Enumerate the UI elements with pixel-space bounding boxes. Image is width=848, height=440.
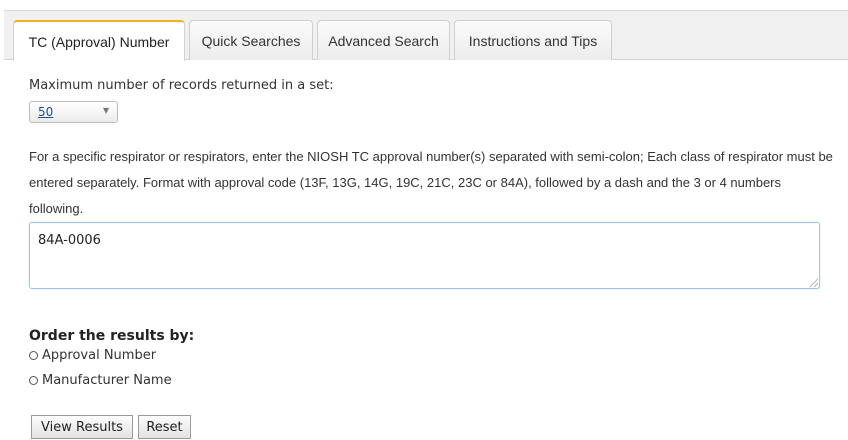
tab-quick-searches[interactable]: Quick Searches [189,20,313,60]
approval-number-input[interactable]: 84A-0006 [29,222,820,289]
radio-circle-icon[interactable] [29,376,38,385]
order-option-label: Manufacturer Name [42,373,172,388]
order-option-manufacturer-name[interactable]: Manufacturer Name [29,373,172,388]
chevron-down-icon: ▼ [103,106,110,115]
tab-advanced-search[interactable]: Advanced Search [317,20,450,60]
view-results-button[interactable]: View Results [31,415,133,439]
max-records-select[interactable]: 50 ▼ [29,101,118,123]
order-results-heading: Order the results by: [29,328,195,344]
radio-circle-icon[interactable] [29,351,38,360]
approval-instructions: For a specific respirator or respirators… [29,149,833,216]
order-option-approval-number[interactable]: Approval Number [29,348,156,363]
order-option-label: Approval Number [42,348,157,363]
reset-button[interactable]: Reset [138,415,191,439]
max-records-label: Maximum number of records returned in a … [29,78,334,93]
max-records-value: 50 [38,105,54,119]
tab-instructions-and-tips[interactable]: Instructions and Tips [454,20,612,60]
tab-tc-approval-number[interactable]: TC (Approval) Number [13,20,185,61]
resize-handle-icon[interactable] [808,277,818,287]
tab-bar: TC (Approval) Number Quick Searches Adva… [4,11,848,61]
search-page: TC (Approval) Number Quick Searches Adva… [0,0,848,440]
